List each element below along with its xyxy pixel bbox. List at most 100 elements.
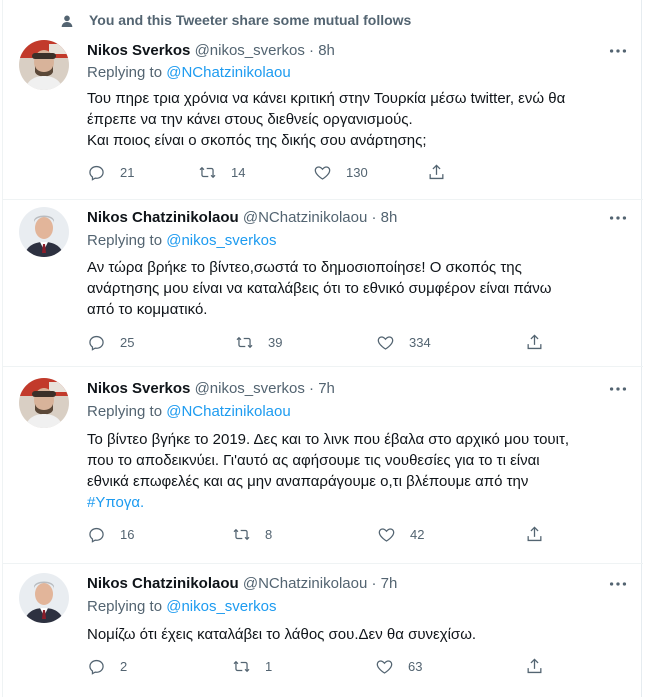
separator-dot: · [371,575,377,592]
retweet-count: 8 [265,527,273,542]
reply-count: 25 [120,335,135,350]
tweet-header: Nikos Chatzinikolaou @NChatzinikolaou · … [87,575,397,592]
reply-button[interactable]: 21 [87,163,134,182]
share-button[interactable] [427,163,446,182]
like-count: 130 [346,165,368,180]
avatar[interactable] [19,378,69,428]
retweet-count: 14 [231,165,246,180]
tweet-text-line: Του πηρε τρια χρόνια να κάνει κριτική στ… [87,90,566,107]
separator-dot: · [309,42,315,59]
reply-count: 16 [120,527,135,542]
retweet-count: 39 [268,335,283,350]
like-button[interactable]: 63 [375,657,422,676]
like-count: 42 [410,527,425,542]
tweet[interactable]: Nikos Sverkos @nikos_sverkos · 8h Replyi… [3,40,643,200]
heart-icon [377,525,396,544]
replying-to-mention[interactable]: @NChatzinikolaou [166,403,290,420]
reply-count: 2 [120,659,128,674]
reply-count: 21 [120,165,135,180]
replying-to-prefix: Replying to [87,232,163,249]
like-button[interactable]: 334 [376,333,431,352]
tweet-text: Αν τώρα βρήκε το βίντεο,σωστά το δημοσιο… [87,257,632,320]
tweet[interactable]: Nikos Chatzinikolaou @NChatzinikolaou · … [3,573,643,697]
tweet-time[interactable]: 7h [381,575,398,592]
tweet-text: Νομίζω ότι έχεις καταλάβει το λάθος σου.… [87,624,632,645]
avatar[interactable] [19,573,69,623]
replying-to-mention[interactable]: @NChatzinikolaou [166,64,290,81]
like-button[interactable]: 130 [313,163,368,182]
tweet-actions: 2 1 63 [87,657,547,679]
author-name[interactable]: Nikos Chatzinikolaou [87,209,239,226]
tweet-header: Nikos Sverkos @nikos_sverkos · 8h [87,42,335,59]
author-handle[interactable]: @nikos_sverkos [195,42,305,59]
more-icon[interactable] [607,209,629,227]
more-icon[interactable] [607,42,629,60]
author-name[interactable]: Nikos Sverkos [87,380,190,397]
tweet-text-line: Το βίντεο βγήκε το 2019. Δες και το λινκ… [87,431,570,448]
tweet-text-line: Και ποιος είναι ο σκοπός της δικής σου α… [87,132,427,149]
share-icon [525,657,544,676]
person-icon [61,15,73,27]
reply-button[interactable]: 25 [87,333,134,352]
tweet[interactable]: Nikos Chatzinikolaou @NChatzinikolaou · … [3,207,643,367]
replying-to-prefix: Replying to [87,403,163,420]
retweet-button[interactable]: 39 [235,333,282,352]
like-count: 334 [409,335,431,350]
tweet-time[interactable]: 8h [318,42,335,59]
hashtag-link[interactable]: #Υπογα. [87,494,144,511]
tweet-actions: 21 14 130 [87,163,547,185]
retweet-button[interactable]: 8 [232,525,272,544]
retweet-icon [232,525,251,544]
replying-to-mention[interactable]: @nikos_sverkos [166,232,276,249]
share-button[interactable] [525,657,544,676]
replying-to-prefix: Replying to [87,598,163,615]
tweet-time[interactable]: 8h [381,209,398,226]
replying-to-mention[interactable]: @nikos_sverkos [166,598,276,615]
retweet-button[interactable]: 1 [232,657,272,676]
heart-icon [313,163,332,182]
tweet-text-line: που το αποδεικνύει. Γι'αυτό ας αφήσουμε … [87,452,540,469]
author-name[interactable]: Nikos Chatzinikolaou [87,575,239,592]
tweet-text: Το βίντεο βγήκε το 2019. Δες και το λινκ… [87,429,632,513]
retweet-button[interactable]: 14 [198,163,245,182]
tweet-time[interactable]: 7h [318,380,335,397]
separator-dot: · [371,209,377,226]
tweet[interactable]: Nikos Sverkos @nikos_sverkos · 7h Replyi… [3,378,643,564]
share-button[interactable] [525,333,544,352]
tweet-text-line: από το κομματικό. [87,301,208,318]
tweet-text-line: Αν τώρα βρήκε το βίντεο,σωστά το δημοσιο… [87,259,522,276]
avatar[interactable] [19,40,69,90]
author-handle[interactable]: @nikos_sverkos [195,380,305,397]
more-icon[interactable] [607,380,629,398]
like-button[interactable]: 42 [377,525,424,544]
tweet-text-line: έπρεπε να την κάνει στους διεθνείς οργαν… [87,111,413,128]
comment-icon [87,333,106,352]
like-count: 63 [408,659,423,674]
tweet-header: Nikos Chatzinikolaou @NChatzinikolaou · … [87,209,397,226]
heart-icon [375,657,394,676]
tweet-header: Nikos Sverkos @nikos_sverkos · 7h [87,380,335,397]
retweet-icon [235,333,254,352]
more-icon[interactable] [607,575,629,593]
reply-button[interactable]: 2 [87,657,127,676]
author-handle[interactable]: @NChatzinikolaou [243,209,367,226]
tweet-text-line: εθνικά επωφελές και ας μην αναπαράγουμε … [87,473,529,490]
share-button[interactable] [525,525,544,544]
tweet-text-line: Νομίζω ότι έχεις καταλάβει το λάθος σου.… [87,626,477,643]
conversation-thread: You and this Tweeter share some mutual f… [2,0,643,697]
tweet-text-line: ανάρτησης μου είναι να καταλάβεις ότι το… [87,280,552,297]
tweet-actions: 16 8 42 [87,525,547,547]
replying-to: Replying to @nikos_sverkos [87,598,277,615]
avatar[interactable] [19,207,69,257]
comment-icon [87,525,106,544]
reply-button[interactable]: 16 [87,525,134,544]
share-icon [525,333,544,352]
author-handle[interactable]: @NChatzinikolaou [243,575,367,592]
mutual-follows-text: You and this Tweeter share some mutual f… [89,12,412,28]
retweet-icon [198,163,217,182]
author-name[interactable]: Nikos Sverkos [87,42,190,59]
heart-icon [376,333,395,352]
share-icon [427,163,446,182]
retweet-count: 1 [265,659,273,674]
retweet-icon [232,657,251,676]
